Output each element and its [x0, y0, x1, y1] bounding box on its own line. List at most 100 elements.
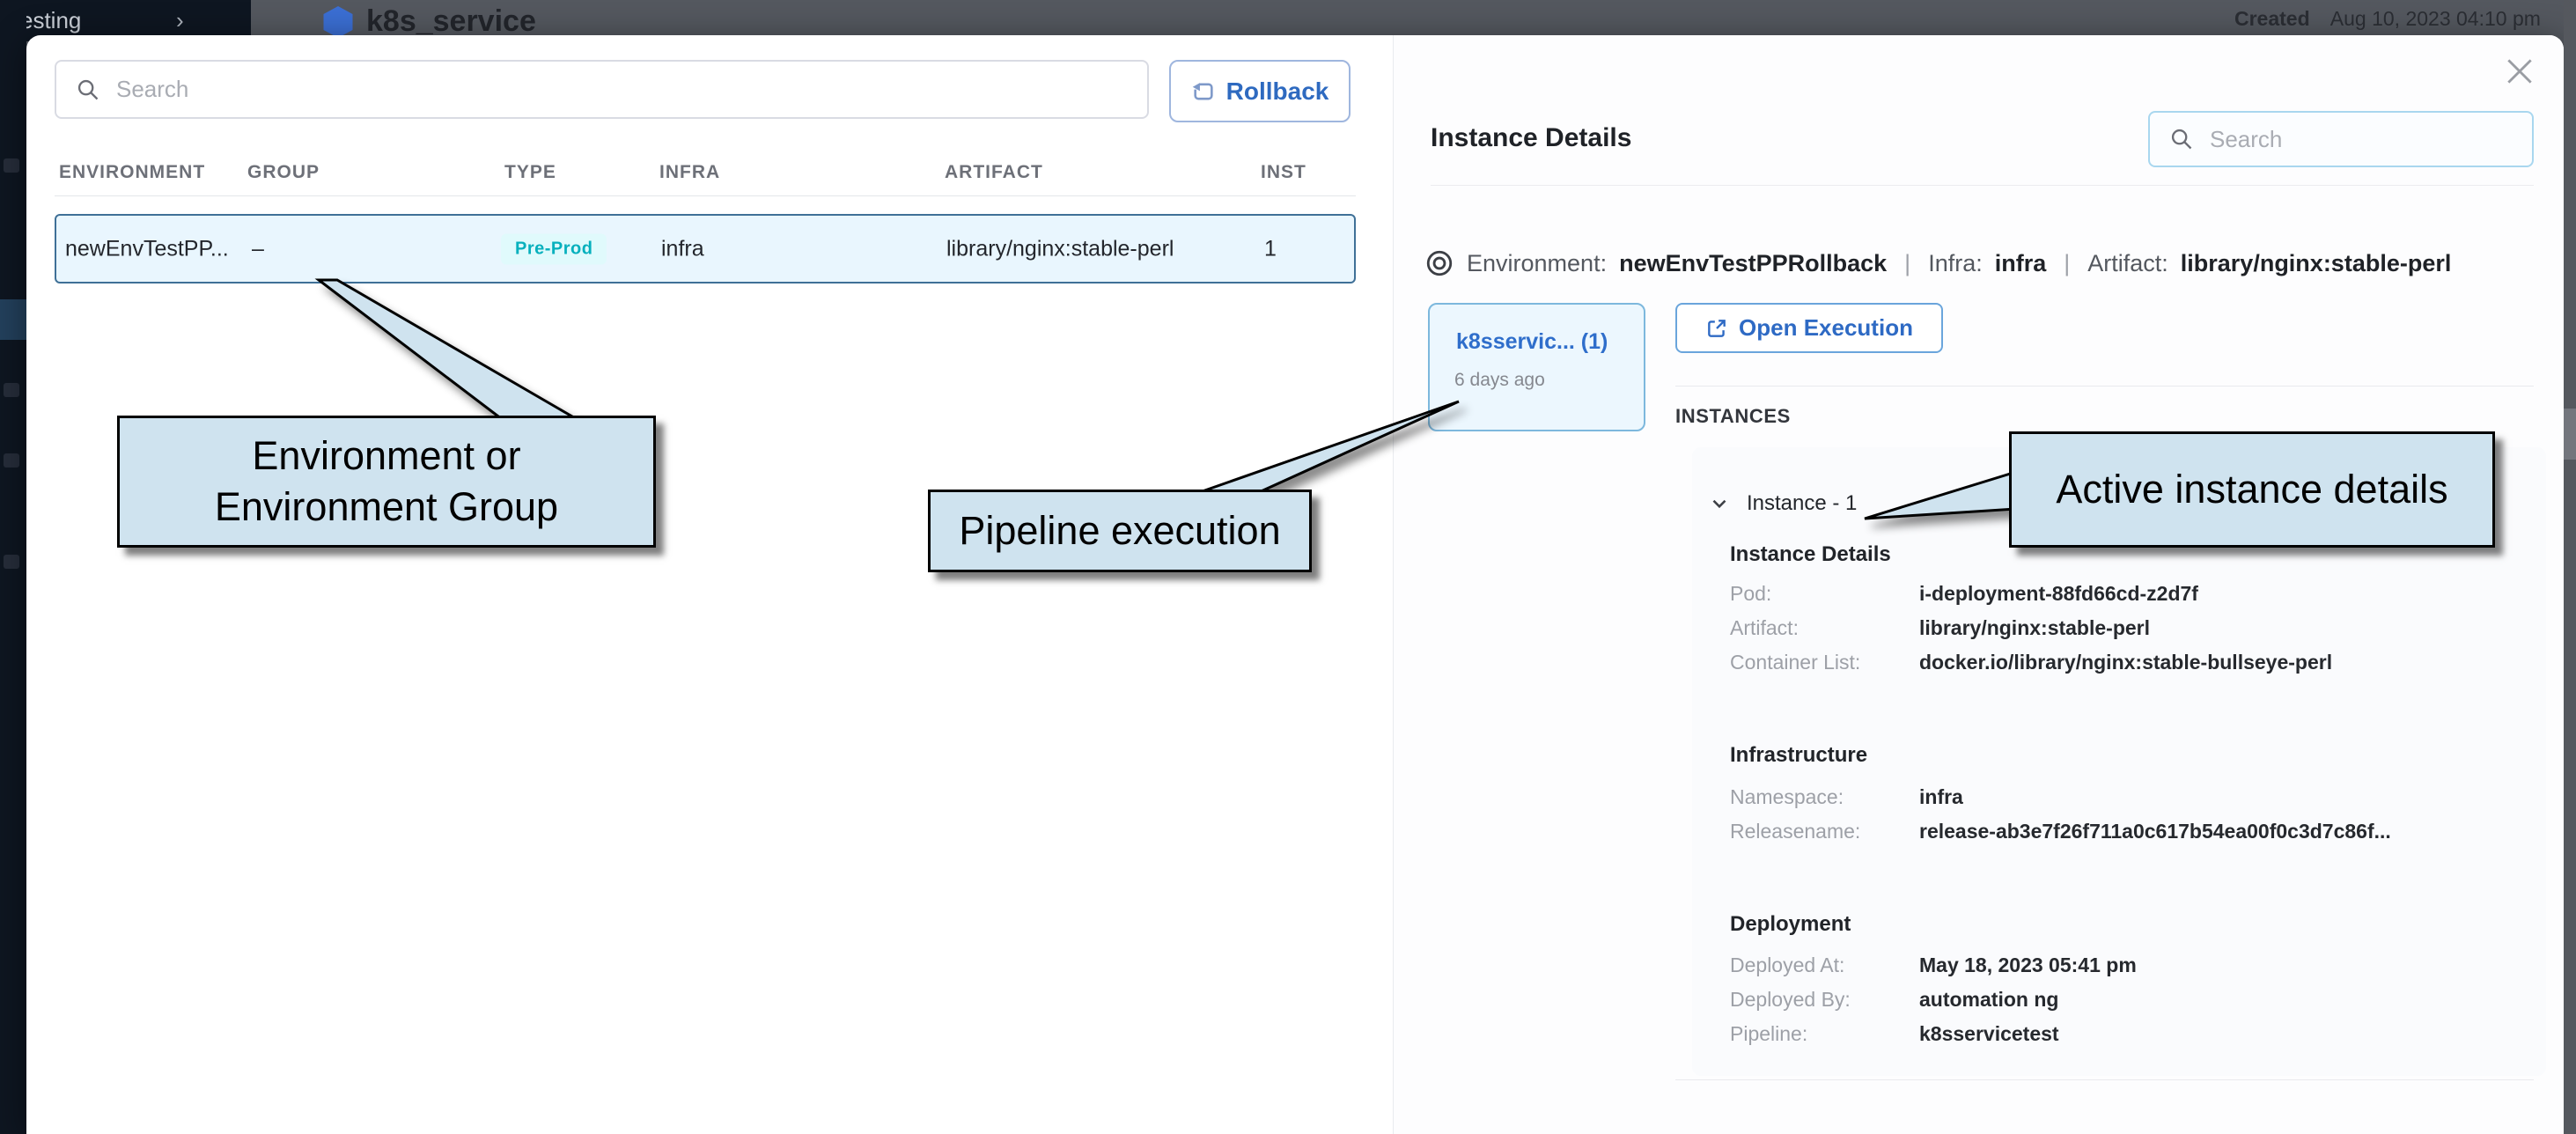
detail-row: Artifact: library/nginx:stable-perl [1730, 616, 2522, 644]
sidebar-fragment [4, 555, 19, 569]
detail-label: Artifact: [1730, 616, 1919, 644]
callout-text: Environment Group [215, 482, 558, 533]
detail-value: automation ng [1919, 988, 2058, 1016]
detail-value: docker.io/library/nginx:stable-bullseye-… [1919, 651, 2332, 679]
cell-group: – [252, 236, 264, 261]
separator: | [2058, 250, 2075, 277]
detail-label: Pod: [1730, 582, 1919, 610]
col-environment: ENVIRONMENT [59, 162, 205, 183]
panel-bottom-divider [1675, 1079, 2534, 1080]
artifact-label: Artifact: [2087, 250, 2168, 277]
detail-row: Namespace: infra [1730, 785, 2522, 814]
rollback-button[interactable]: Rollback [1169, 60, 1351, 122]
environment-icon [1424, 248, 1454, 278]
service-title-text: k8s_service [366, 4, 536, 39]
panel-divider [1393, 35, 1394, 1134]
execution-card-time: 6 days ago [1454, 370, 1545, 391]
instances-divider [1675, 386, 2534, 387]
cell-environment: newEnvTestPP... [65, 236, 229, 261]
callout-text: Environment or [252, 431, 520, 482]
search-icon [76, 77, 100, 102]
detail-row: Releasename: release-ab3e7f26f711a0c617b… [1730, 820, 2522, 848]
detail-row: Deployed By: automation ng [1730, 988, 2522, 1016]
service-cube-icon [322, 4, 354, 40]
background-right-strip [2564, 0, 2576, 1134]
infra-label: Infra: [1928, 250, 1983, 277]
section-heading: Instance Details [1730, 542, 1891, 567]
section-heading: Infrastructure [1730, 743, 1867, 768]
detail-row: Container List: docker.io/library/nginx:… [1730, 651, 2522, 679]
detail-row: Deployed At: May 18, 2023 05:41 pm [1730, 954, 2522, 982]
environment-label: Environment: [1467, 250, 1607, 277]
breadcrumb-chevron-icon: › [176, 7, 184, 34]
callout-text: Active instance details [2056, 464, 2447, 515]
detail-row: Pipeline: k8sservicetest [1730, 1022, 2522, 1050]
preprod-badge: Pre-Prod [501, 233, 607, 264]
col-group: GROUP [247, 162, 320, 183]
environment-search[interactable] [55, 60, 1149, 119]
instance-details-title: Instance Details [1431, 123, 1631, 153]
artifact-value: library/nginx:stable-perl [2181, 250, 2452, 277]
detail-label: Deployed At: [1730, 954, 1919, 982]
cell-inst: 1 [1264, 236, 1277, 261]
created-label: Created [2234, 7, 2310, 30]
execution-card-title: k8sservic... (1) [1456, 329, 1608, 355]
detail-label: Deployed By: [1730, 988, 1919, 1016]
close-icon[interactable] [2503, 55, 2536, 88]
external-link-icon [1705, 317, 1728, 340]
instance-search[interactable] [2148, 111, 2534, 167]
chevron-down-icon [1708, 492, 1731, 515]
created-timestamp: Created Aug 10, 2023 04:10 pm [2234, 7, 2541, 31]
instances-section-label: INSTANCES [1675, 405, 1791, 428]
detail-label: Pipeline: [1730, 1022, 1919, 1050]
open-execution-button[interactable]: Open Execution [1675, 303, 1943, 353]
detail-value: infra [1919, 785, 1963, 814]
cell-artifact: library/nginx:stable-perl [946, 236, 1174, 261]
environment-value: newEnvTestPPRollback [1619, 250, 1887, 277]
rollback-label: Rollback [1226, 77, 1329, 106]
callout-pipeline-execution: Pipeline execution [928, 490, 1312, 572]
col-infra: INFRA [659, 162, 720, 183]
infra-value: infra [1995, 250, 2047, 277]
detail-row: Pod: i-deployment-88fd66cd-z2d7f [1730, 582, 2522, 610]
callout-active-instance: Active instance details [2009, 431, 2495, 548]
separator: | [1899, 250, 1916, 277]
detail-label: Namespace: [1730, 785, 1919, 814]
col-type: TYPE [504, 162, 556, 183]
detail-value: release-ab3e7f26f711a0c617b54ea00f0c3d7c… [1919, 820, 2391, 848]
deployment-summary: Environment: newEnvTestPPRollback | Infr… [1424, 243, 2451, 284]
search-icon [2169, 127, 2194, 151]
callout-tail-environment [308, 273, 590, 423]
section-heading: Deployment [1730, 912, 1851, 937]
search-input[interactable] [2208, 125, 2532, 154]
title-divider [1431, 185, 2534, 186]
instance-name: Instance - 1 [1747, 491, 1857, 516]
created-value: Aug 10, 2023 04:10 pm [2330, 7, 2541, 30]
rollback-icon [1191, 79, 1216, 104]
col-artifact: ARTIFACT [945, 162, 1043, 183]
background-sidebar-strip [0, 0, 26, 1134]
search-input[interactable] [114, 75, 1147, 104]
col-inst: INST [1261, 162, 1306, 183]
callout-environment: Environment or Environment Group [117, 416, 656, 548]
sidebar-fragment [4, 158, 19, 173]
detail-label: Container List: [1730, 651, 1919, 679]
sidebar-fragment [4, 383, 19, 397]
callout-text: Pipeline execution [959, 505, 1280, 556]
detail-value: May 18, 2023 05:41 pm [1919, 954, 2137, 982]
background-scrollbar-thumb [2564, 409, 2576, 460]
open-execution-label: Open Execution [1739, 314, 1913, 342]
sidebar-selected-fragment [0, 299, 26, 340]
cell-infra: infra [661, 236, 704, 261]
table-row[interactable]: newEnvTestPP... – Pre-Prod infra library… [55, 214, 1356, 284]
detail-value: k8sservicetest [1919, 1022, 2059, 1050]
callout-tail-pipeline [1162, 392, 1470, 497]
screenshot-root: Testing › k8s_service Created Aug 10, 20… [0, 0, 2576, 1134]
detail-label: Releasename: [1730, 820, 1919, 848]
table-header-divider [55, 195, 1356, 196]
detail-value: i-deployment-88fd66cd-z2d7f [1919, 582, 2198, 610]
callout-tail-active-instance [1853, 465, 2025, 531]
instance-row-toggle[interactable]: Instance - 1 [1708, 486, 1857, 521]
sidebar-fragment [4, 453, 19, 468]
detail-value: library/nginx:stable-perl [1919, 616, 2150, 644]
